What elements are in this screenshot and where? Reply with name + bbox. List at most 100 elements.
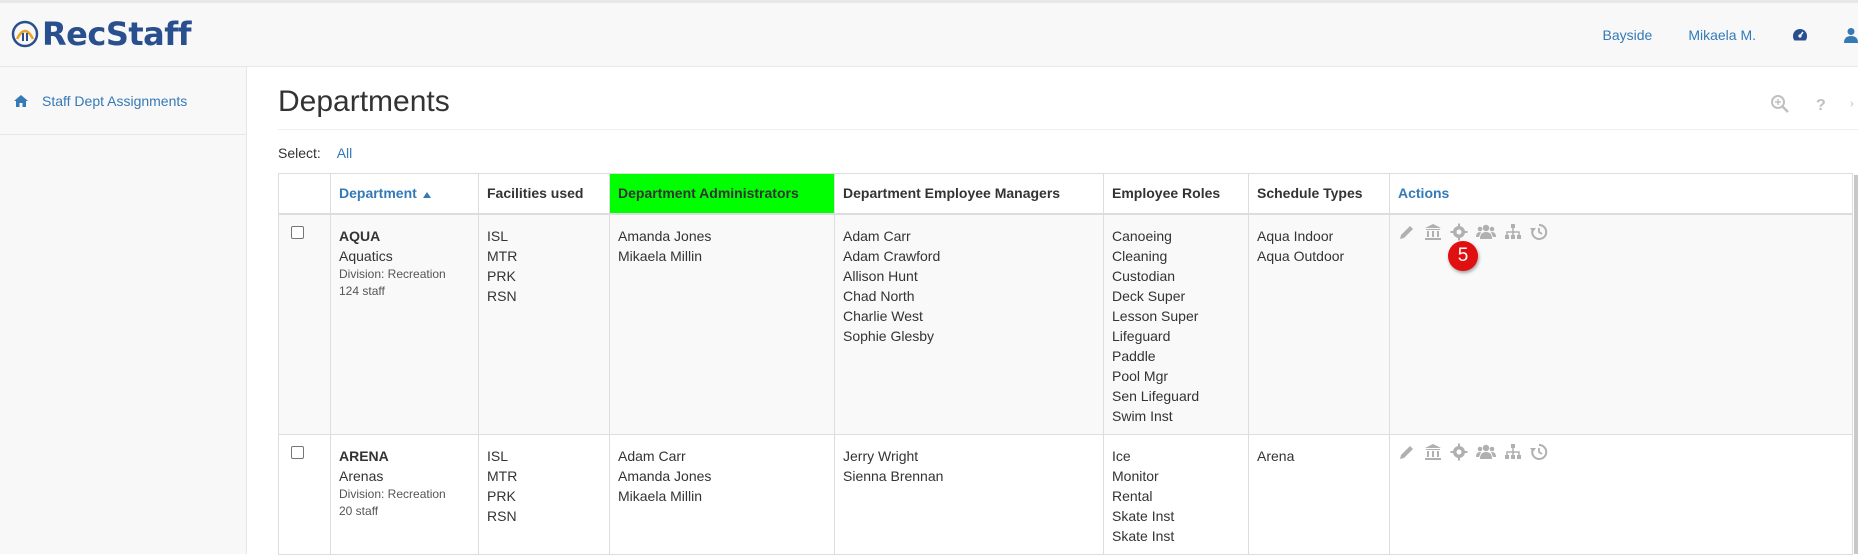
header-schedule-types: Schedule Types (1249, 174, 1390, 214)
list-item: Monitor (1112, 466, 1240, 486)
gear-icon[interactable] (1450, 223, 1468, 241)
list-item: Lifeguard (1112, 326, 1240, 346)
list-item: Deck Super (1112, 286, 1240, 306)
list-item: Cleaning (1112, 246, 1240, 266)
actions-cell: 5 (1390, 214, 1853, 435)
list-item: Amanda Jones (618, 466, 826, 486)
list-item: PRK (487, 486, 601, 506)
header-department-label: Department (339, 185, 417, 201)
list-item: Adam Carr (618, 446, 826, 466)
nav-right: Bayside Mikaela M. (1603, 3, 1858, 67)
users-icon[interactable] (1476, 443, 1496, 461)
list-item: Aqua Outdoor (1257, 246, 1381, 266)
list-item: Chad North (843, 286, 1095, 306)
header-facilities: Facilities used (479, 174, 610, 214)
table-row: ARENA Arenas Division: Recreation 20 sta… (279, 434, 1853, 554)
list-item: Paddle (1112, 346, 1240, 366)
notification-badge: 5 (1448, 241, 1478, 271)
list-item: Jerry Wright (843, 446, 1095, 466)
row-checkbox[interactable] (291, 226, 304, 239)
history-icon[interactable] (1530, 223, 1548, 241)
user-icon[interactable] (1844, 27, 1858, 43)
row-select-cell (279, 214, 331, 435)
departments-table-wrap: Department Facilities used Department Ad… (278, 173, 1858, 555)
list-item: MTR (487, 466, 601, 486)
administrators-cell: Adam CarrAmanda JonesMikaela Millin (610, 434, 835, 554)
header-administrators: Department Administrators (610, 174, 835, 214)
expand-icon[interactable] (1850, 94, 1858, 114)
scrollbar[interactable] (1854, 175, 1858, 554)
department-name: Arenas (339, 466, 470, 486)
help-icon[interactable]: ? (1810, 94, 1830, 114)
sidebar: Staff Dept Assignments (0, 67, 247, 554)
select-label: Select: (278, 145, 321, 161)
list-item: Mikaela Millin (618, 486, 826, 506)
edit-icon[interactable] (1398, 443, 1416, 461)
list-item: ISL (487, 446, 601, 466)
list-item: Lesson Super (1112, 306, 1240, 326)
list-item: Adam Carr (843, 226, 1095, 246)
users-icon[interactable] (1476, 223, 1496, 241)
edit-icon[interactable] (1398, 223, 1416, 241)
table-row: AQUA Aquatics Division: Recreation 124 s… (279, 214, 1853, 435)
row-checkbox[interactable] (291, 446, 304, 459)
header-tools: ? (1750, 94, 1858, 114)
department-name: Aquatics (339, 246, 470, 266)
header-select (279, 174, 331, 214)
departments-table: Department Facilities used Department Ad… (278, 173, 1853, 555)
svg-text:?: ? (1816, 97, 1826, 114)
facility-icon[interactable] (1424, 443, 1442, 461)
hierarchy-icon[interactable] (1504, 443, 1522, 461)
brand[interactable]: RecStaff (10, 15, 191, 53)
list-item: Adam Crawford (843, 246, 1095, 266)
list-item: MTR (487, 246, 601, 266)
main-content: Departments ? Select: All (248, 67, 1858, 554)
list-item: ISL (487, 226, 601, 246)
department-cell: ARENA Arenas Division: Recreation 20 sta… (331, 434, 479, 554)
location-link[interactable]: Bayside (1603, 27, 1653, 43)
action-icons (1398, 443, 1844, 461)
sidebar-item-label: Staff Dept Assignments (42, 93, 187, 109)
dashboard-icon[interactable] (1792, 27, 1808, 43)
list-item: Ice (1112, 446, 1240, 466)
sidebar-item-staff-dept-assignments[interactable]: Staff Dept Assignments (0, 67, 246, 135)
facilities-cell: ISLMTRPRKRSN (479, 214, 610, 435)
list-item: Custodian (1112, 266, 1240, 286)
list-item: Arena (1257, 446, 1381, 466)
schedule-types-cell: Arena (1249, 434, 1390, 554)
list-item: Aqua Indoor (1257, 226, 1381, 246)
department-division: Division: Recreation (339, 266, 470, 283)
page-header: Departments ? (278, 82, 1858, 130)
row-select-cell (279, 434, 331, 554)
sort-asc-icon (423, 192, 431, 198)
select-all-link[interactable]: All (337, 145, 353, 161)
zoom-icon[interactable] (1770, 94, 1790, 114)
history-icon[interactable] (1530, 443, 1548, 461)
list-item: Rental (1112, 486, 1240, 506)
facility-icon[interactable] (1424, 223, 1442, 241)
list-item: Amanda Jones (618, 226, 826, 246)
actions-cell (1390, 434, 1853, 554)
list-item: Sen Lifeguard (1112, 386, 1240, 406)
home-icon (14, 95, 28, 107)
header-actions: Actions (1390, 174, 1853, 214)
select-row: Select: All (278, 145, 352, 161)
header-department[interactable]: Department (331, 174, 479, 214)
page-title: Departments (278, 82, 1858, 122)
schedule-types-cell: Aqua IndoorAqua Outdoor (1249, 214, 1390, 435)
roles-cell: IceMonitorRentalSkate InstSkate Inst (1104, 434, 1249, 554)
hierarchy-icon[interactable] (1504, 223, 1522, 241)
facilities-cell: ISLMTRPRKRSN (479, 434, 610, 554)
header-managers: Department Employee Managers (835, 174, 1104, 214)
gear-icon[interactable] (1450, 443, 1468, 461)
user-menu-link[interactable]: Mikaela M. (1688, 27, 1756, 43)
list-item: PRK (487, 266, 601, 286)
list-item: Mikaela Millin (618, 246, 826, 266)
list-item: Swim Inst (1112, 406, 1240, 426)
list-item: Canoeing (1112, 226, 1240, 246)
list-item: RSN (487, 506, 601, 526)
department-code: ARENA (339, 446, 470, 466)
department-code: AQUA (339, 226, 470, 246)
list-item: Skate Inst (1112, 506, 1240, 526)
list-item: Sienna Brennan (843, 466, 1095, 486)
